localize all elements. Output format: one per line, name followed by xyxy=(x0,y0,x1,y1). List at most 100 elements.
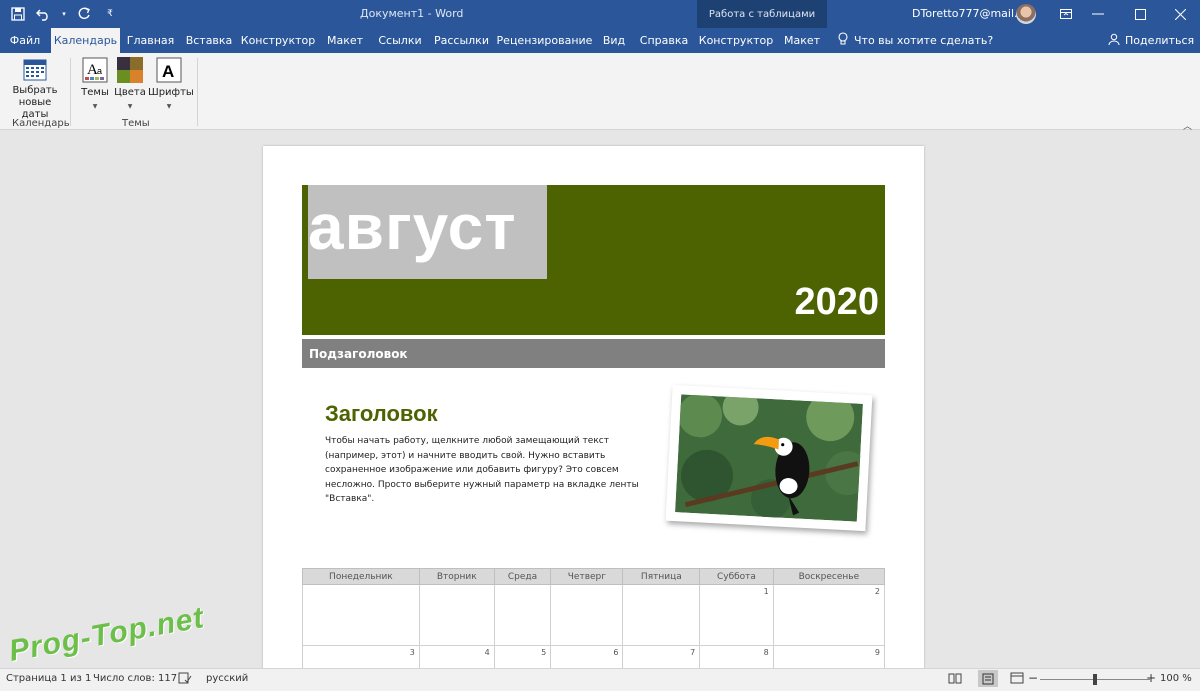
calendar-cell[interactable] xyxy=(493,584,552,646)
context-group-table-tools: Работа с таблицами xyxy=(697,0,827,28)
status-bar: Страница 1 из 1 Число слов: 117 русский … xyxy=(0,668,1200,691)
read-mode-icon[interactable] xyxy=(948,672,962,687)
user-email[interactable]: DToretto777@mail.ru xyxy=(912,7,1029,20)
tab-mailings[interactable]: Рассылки xyxy=(430,28,493,53)
calendar-grid-icon xyxy=(23,59,47,84)
ribbon-calendar: Выбрать новые даты Календарь Aa Темы ▼ Ц… xyxy=(0,53,1200,132)
fonts-button[interactable]: A Шрифты ▼ xyxy=(148,57,194,113)
day-header-friday: Пятница xyxy=(622,568,701,585)
themes-label: Темы xyxy=(81,87,109,98)
calendar-cell[interactable]: 1 xyxy=(699,584,774,646)
group-separator xyxy=(197,58,198,126)
close-icon[interactable] xyxy=(1160,0,1200,28)
day-header-wednesday: Среда xyxy=(493,568,552,585)
chevron-down-icon: ▼ xyxy=(127,103,133,110)
collapse-ribbon-icon[interactable]: ︿ xyxy=(1183,119,1192,132)
page-count[interactable]: Страница 1 из 1 xyxy=(6,673,91,684)
document-page[interactable]: август 2020 Подзаголовок Заголовок Чтобы… xyxy=(263,146,924,676)
share-button[interactable]: Поделиться xyxy=(1108,28,1194,53)
word-count[interactable]: Число слов: 117 xyxy=(93,673,177,684)
tell-me-box[interactable]: Что вы хотите сделать? xyxy=(838,28,993,53)
calendar-cell[interactable] xyxy=(302,584,420,646)
calendar-cell[interactable]: 6 xyxy=(550,645,624,671)
tab-help[interactable]: Справка xyxy=(635,28,693,53)
avatar[interactable] xyxy=(1016,4,1036,24)
calendar-week-row: 1 2 xyxy=(302,584,886,646)
themes-icon: Aa xyxy=(82,57,108,86)
tab-review[interactable]: Рецензирование xyxy=(496,28,593,53)
day-header-monday: Понедельник xyxy=(302,568,420,585)
calendar-cell[interactable] xyxy=(622,584,701,646)
tab-file[interactable]: Файл xyxy=(0,28,50,53)
tab-calendar[interactable]: Календарь xyxy=(51,28,120,53)
document-heading[interactable]: Заголовок xyxy=(325,401,438,427)
calendar-cell[interactable]: 4 xyxy=(418,645,495,671)
person-icon xyxy=(1108,33,1120,48)
web-layout-icon[interactable] xyxy=(1010,672,1024,687)
themes-button[interactable]: Aa Темы ▼ xyxy=(78,57,112,113)
day-header-thursday: Четверг xyxy=(550,568,624,585)
calendar-cell[interactable]: 5 xyxy=(493,645,552,671)
zoom-out-icon[interactable]: − xyxy=(1028,671,1038,685)
day-header-sunday: Воскресенье xyxy=(772,568,886,585)
group-label-themes: Темы xyxy=(122,118,150,129)
language[interactable]: русский xyxy=(206,673,248,684)
customize-qat-icon[interactable]: ₹ xyxy=(100,4,120,24)
toucan-photo[interactable] xyxy=(665,384,873,532)
zoom-level[interactable]: 100 % xyxy=(1160,673,1192,684)
calendar-cell[interactable] xyxy=(550,584,624,646)
tab-table-layout[interactable]: Макет xyxy=(778,28,826,53)
calendar-cell[interactable]: 3 xyxy=(302,645,420,671)
calendar-cell[interactable]: 2 xyxy=(772,584,886,646)
calendar-table[interactable]: Понедельник Вторник Среда Четверг Пятниц… xyxy=(302,568,886,671)
month-title[interactable]: август xyxy=(308,195,517,259)
save-icon[interactable] xyxy=(8,4,28,24)
group-label-calendar: Календарь xyxy=(12,118,70,129)
tab-view[interactable]: Вид xyxy=(596,28,632,53)
share-label: Поделиться xyxy=(1125,34,1195,47)
lightbulb-icon xyxy=(838,32,848,49)
select-dates-label-1: Выбрать xyxy=(12,85,58,96)
color-palette-icon xyxy=(117,57,143,86)
select-new-dates-button[interactable]: Выбрать новые даты xyxy=(4,59,66,121)
zoom-slider-thumb[interactable] xyxy=(1093,674,1097,685)
fonts-label: Шрифты xyxy=(148,87,194,98)
group-separator xyxy=(70,58,71,126)
undo-dropdown-icon[interactable]: ▾ xyxy=(60,4,68,24)
tab-home[interactable]: Главная xyxy=(122,28,179,53)
svg-text:a: a xyxy=(97,66,102,76)
calendar-cell[interactable]: 8 xyxy=(699,645,774,671)
document-title: Документ1 - Word xyxy=(360,7,464,20)
proofing-icon[interactable] xyxy=(178,672,192,687)
minimize-icon[interactable] xyxy=(1078,0,1118,28)
ribbon-tabs: Файл Календарь Главная Вставка Конструкт… xyxy=(0,28,1200,53)
tab-insert[interactable]: Вставка xyxy=(182,28,236,53)
chevron-down-icon: ▼ xyxy=(166,103,172,110)
calendar-cell[interactable] xyxy=(418,584,495,646)
tab-design[interactable]: Конструктор xyxy=(239,28,317,53)
title-bar: ▾ ₹ Документ1 - Word Работа с таблицами … xyxy=(0,0,1200,28)
month-banner: август 2020 xyxy=(302,185,885,335)
day-header-saturday: Суббота xyxy=(699,568,774,585)
print-layout-icon[interactable] xyxy=(978,670,998,687)
calendar-week-row: 3 4 5 6 7 8 9 xyxy=(302,645,886,671)
svg-text:A: A xyxy=(162,62,174,81)
tab-layout[interactable]: Макет xyxy=(320,28,370,53)
fonts-icon: A xyxy=(156,57,182,86)
tab-references[interactable]: Ссылки xyxy=(373,28,427,53)
subheading-bar[interactable]: Подзаголовок xyxy=(302,339,885,368)
colors-button[interactable]: Цвета ▼ xyxy=(113,57,147,113)
calendar-cell[interactable]: 9 xyxy=(772,645,886,671)
colors-label: Цвета xyxy=(114,87,146,98)
undo-icon[interactable] xyxy=(34,4,54,24)
year-title[interactable]: 2020 xyxy=(794,283,879,321)
chevron-down-icon: ▼ xyxy=(92,103,98,110)
toucan-image xyxy=(675,394,863,522)
watermark: Prog-Top.net xyxy=(6,601,207,668)
tab-table-design[interactable]: Конструктор xyxy=(697,28,775,53)
redo-icon[interactable] xyxy=(74,4,94,24)
maximize-icon[interactable] xyxy=(1120,0,1160,28)
zoom-in-icon[interactable]: + xyxy=(1146,671,1156,685)
document-body[interactable]: Чтобы начать работу, щелкните любой заме… xyxy=(325,434,645,507)
calendar-cell[interactable]: 7 xyxy=(622,645,701,671)
